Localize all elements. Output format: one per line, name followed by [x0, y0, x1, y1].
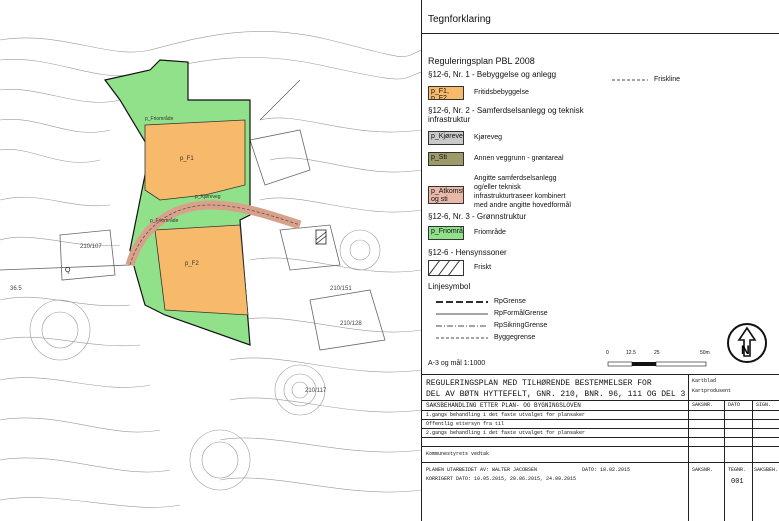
- scale-text: A-3 og mål 1:1000: [428, 360, 486, 367]
- swatch-friomrade: p_Friområde: [428, 226, 464, 240]
- label-atkomst-1: Angitte samferdselsanlegg: [474, 175, 557, 182]
- map-label-kjoreveg: p_Kjøreveg: [195, 194, 221, 200]
- map-label-friomrade-1: p_Friområde: [145, 115, 174, 122]
- col-saksnr-2: SAKSNR.: [692, 467, 714, 473]
- section-gronnstruktur: §12-6, Nr. 3 - Grønnstruktur: [428, 212, 527, 221]
- friskt-zone: [315, 229, 327, 245]
- label-friomrade: Friområde: [474, 229, 506, 236]
- map-label-elevation: 36.5: [10, 286, 22, 292]
- swatch-sti: p_Sti: [428, 152, 464, 166]
- swatch-atkomst: p_Atkomst og sti: [428, 186, 464, 204]
- label-atkomst-2: og/eller teknisk: [474, 184, 521, 191]
- col-saksbeh: SAKSBEH.: [754, 467, 779, 473]
- label-rpsikring: RpSikringGrense: [494, 322, 548, 329]
- fritid-area-f1: [144, 119, 246, 201]
- scale-tick-3: 50m: [700, 350, 710, 356]
- map-label-parcel-2: 210/107: [80, 244, 102, 250]
- label-friskline: Friskline: [654, 76, 681, 83]
- col-saksnr: SAKSNR.: [692, 402, 714, 408]
- procedure-row-2: Offentlig ettersyn fra til: [426, 421, 505, 427]
- drawing-number: 001: [731, 478, 744, 486]
- map-label-f2: p_F2: [185, 261, 199, 267]
- label-byggegrense: Byggegrense: [494, 334, 536, 341]
- label-atkomst-3: infrastrukturtraseer kombinert: [474, 193, 566, 200]
- section-linjesymbol: Linjesymbol: [428, 282, 471, 291]
- section-samferdsel: §12-6, Nr. 2 - Samferdselsanlegg og tekn…: [428, 106, 584, 124]
- map-view[interactable]: p_F1 p_F2 p_Kjøreveg p_Friområde p_Friom…: [0, 0, 421, 521]
- scale-tick-0: 0: [606, 350, 609, 356]
- map-label-f1: p_F1: [180, 156, 194, 162]
- label-friskt: Friskt: [474, 264, 492, 271]
- legend-title: Tegnforklaring: [428, 14, 491, 25]
- map-label-parcel-3: 210/128: [340, 321, 362, 327]
- col-tegnnr: TEGNR.: [728, 467, 747, 473]
- prepared-by: PLANEN UTARBEIDET AV: WALTER JACOBSEN: [426, 467, 538, 473]
- legend-panel: Tegnforklaring Reguleringsplan PBL 2008 …: [421, 0, 779, 521]
- line-symbols: [436, 301, 488, 339]
- swatch-kjoreveg: p_Kjøreveg: [428, 131, 464, 145]
- scale-tick-2: 25: [654, 350, 660, 356]
- label-rpgrense: RpGrense: [494, 298, 526, 305]
- swatch-friskt: [428, 260, 464, 276]
- kartprodusent-label: Kartprodusent: [692, 388, 732, 394]
- col-sign: SIGN.: [756, 402, 772, 408]
- section-bebyggelse: §12-6, Nr. 1 - Bebyggelse og anlegg: [428, 70, 557, 79]
- swatch-fritid: p_F1, p_F2: [428, 86, 464, 100]
- label-sti: Annen veggrunn - grøntareal: [474, 155, 564, 162]
- procedure-header: SAKSBEHANDLING ETTER PLAN- OG BYGNINGSLO…: [426, 402, 581, 409]
- label-kjoreveg: Kjøreveg: [474, 134, 503, 141]
- procedure-row-1: 1.gangs behandling i det faste utvalget …: [426, 412, 586, 418]
- prepared-date: DATO: 18.02.2015: [582, 467, 631, 473]
- col-dato: DATO: [728, 402, 741, 408]
- kartblad-label: Kartblad: [692, 378, 717, 384]
- plan-title-2: DEL AV BØTN HYTTEFELT, GNR. 210, BNR. 96…: [426, 390, 686, 399]
- svg-text:N: N: [741, 343, 750, 357]
- procedure-row-5: Kommunestyrets vedtak: [426, 451, 490, 457]
- map-label-parcel-4: 210/117: [305, 388, 327, 394]
- label-atkomst-4: med andre angitte hovedformål: [474, 202, 571, 209]
- north-arrow-icon: N: [727, 323, 767, 363]
- map-label-parcel-1: 210/151: [330, 286, 352, 292]
- plan-heading: Reguleringsplan PBL 2008: [428, 56, 535, 66]
- fritid-area-f2: [154, 224, 249, 316]
- friskline-symbol: [612, 79, 648, 81]
- scale-bar: [607, 361, 707, 367]
- label-rpformal: RpFormålGrense: [494, 310, 548, 317]
- plan-title-1: REGULERINGSPLAN MED TILHØRENDE BESTEMMEL…: [426, 379, 652, 388]
- procedure-row-3: 2.gangs behandling i det faste utvalget …: [426, 430, 586, 436]
- section-hensynssoner: §12-6 - Hensynssoner: [428, 248, 507, 257]
- map-label-q: Q: [65, 267, 71, 274]
- scale-tick-1: 12.5: [626, 350, 636, 356]
- label-fritid: Fritidsbebyggelse: [474, 89, 529, 96]
- regulation-plan-sheet: p_F1 p_F2 p_Kjøreveg p_Friområde p_Friom…: [0, 0, 779, 521]
- map-label-friomrade-2: p_Friområde: [150, 217, 179, 224]
- revised-dates: KORRIGERT DATO: 10.05.2015, 20.06.2015, …: [426, 476, 577, 482]
